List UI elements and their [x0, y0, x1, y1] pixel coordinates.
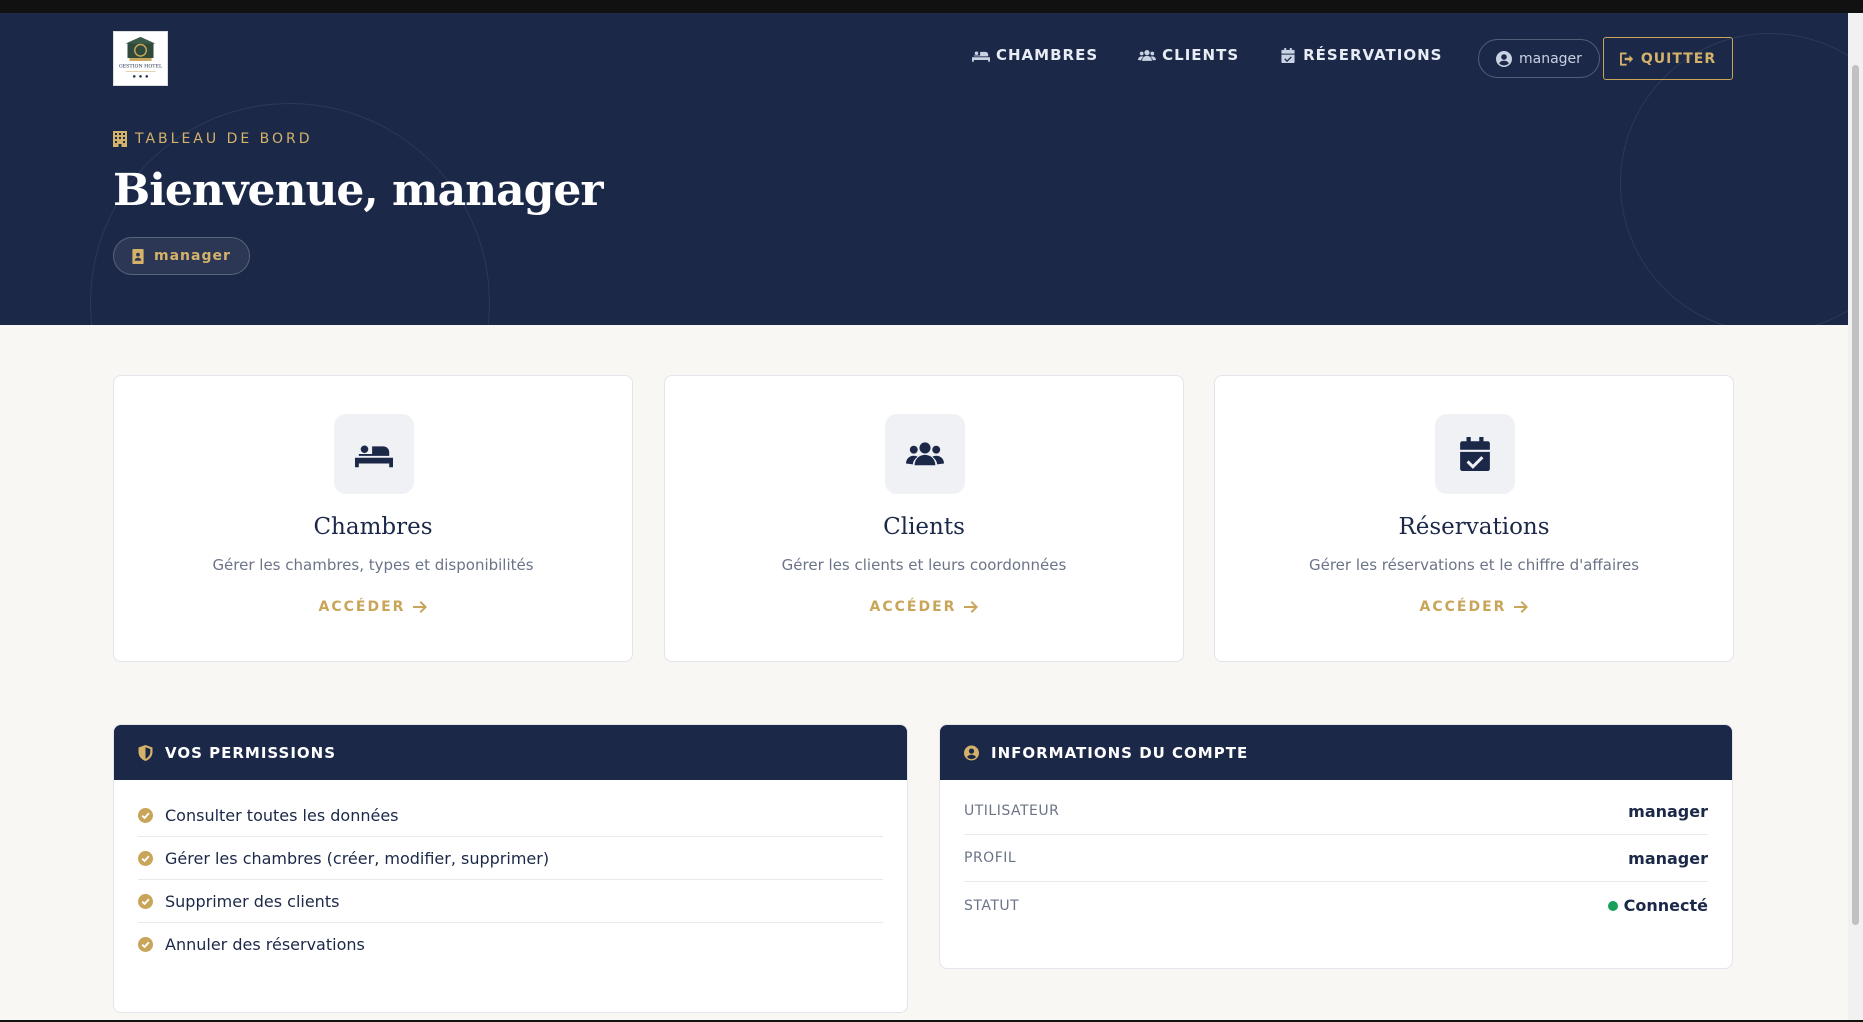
card-title: Chambres [313, 514, 433, 540]
status-value: Connecté [1607, 896, 1708, 915]
list-item: Consulter toutes les données [138, 794, 883, 837]
card-reservations[interactable]: Réservations Gérer les réservations et l… [1214, 375, 1734, 662]
current-user-pill[interactable]: manager [1478, 39, 1600, 78]
info-value: manager [1628, 848, 1708, 868]
hotel-building-icon [113, 131, 127, 147]
card-access-label: ACCÉDER [1419, 599, 1507, 615]
info-label: UTILISATEUR [964, 803, 1060, 819]
calendar-check-icon [1460, 437, 1490, 471]
quit-button[interactable]: QUITTER [1603, 37, 1733, 80]
card-icon-box [1435, 414, 1515, 494]
card-access-label: ACCÉDER [869, 599, 957, 615]
permission-text: Consulter toutes les données [165, 805, 399, 825]
card-access-link[interactable]: ACCÉDER [114, 599, 632, 615]
nav-chambres-label: CHAMBRES [996, 46, 1099, 64]
user-circle-icon [964, 745, 979, 760]
vertical-scrollbar[interactable] [1848, 13, 1863, 1020]
permission-text: Annuler des réservations [165, 935, 365, 954]
card-access-link[interactable]: ACCÉDER [665, 599, 1183, 615]
account-info-list: UTILISATEUR manager PROFIL manager STATU… [940, 780, 1732, 929]
window-top-bar [0, 0, 1863, 13]
card-access-label: ACCÉDER [318, 599, 406, 615]
card-title: Clients [883, 514, 965, 540]
permissions-panel-header: VOS PERMISSIONS [114, 725, 907, 780]
bed-icon [972, 49, 990, 62]
card-chambres[interactable]: Chambres Gérer les chambres, types et di… [113, 375, 633, 662]
permissions-panel: VOS PERMISSIONS Consulter toutes les don… [113, 724, 908, 1013]
card-access-link[interactable]: ACCÉDER [1215, 599, 1733, 615]
check-circle-icon [138, 937, 153, 952]
nav-clients-label: CLIENTS [1162, 46, 1240, 64]
hotel-logo[interactable]: GESTION HOTEL [113, 31, 168, 86]
main-nav: CHAMBRES CLIENTS RÉSERVATIONS [972, 46, 1482, 64]
status-text: Connecté [1623, 896, 1708, 915]
logo-text: GESTION HOTEL [119, 64, 163, 70]
info-value: manager [1628, 801, 1708, 821]
user-circle-icon [1496, 50, 1512, 67]
sign-out-icon [1619, 51, 1633, 66]
role-badge: manager [113, 237, 250, 275]
nav-reservations[interactable]: RÉSERVATIONS [1279, 46, 1442, 64]
arrow-right-icon [413, 601, 428, 613]
scrollbar-thumb[interactable] [1852, 65, 1859, 925]
shield-icon [138, 744, 153, 761]
account-panel-header: INFORMATIONS DU COMPTE [940, 725, 1732, 780]
status-dot-icon [1607, 900, 1618, 911]
arrow-right-icon [964, 601, 979, 613]
nav-clients[interactable]: CLIENTS [1138, 46, 1239, 64]
info-label: STATUT [964, 897, 1020, 914]
card-description: Gérer les chambres, types et disponibili… [212, 556, 534, 574]
dashboard-header: GESTION HOTEL CHAMBRES CLIENTS RÉSERVATI… [0, 13, 1848, 325]
card-title: Réservations [1398, 514, 1550, 540]
nav-reservations-label: RÉSERVATIONS [1303, 46, 1443, 64]
card-icon-box [334, 414, 414, 494]
check-circle-icon [138, 893, 153, 909]
nav-chambres[interactable]: CHAMBRES [972, 46, 1098, 64]
card-description: Gérer les réservations et le chiffre d'a… [1308, 556, 1640, 574]
eyebrow-label: TABLEAU DE BORD [135, 131, 313, 147]
card-description: Gérer les clients et leurs coordonnées [781, 556, 1067, 574]
calendar-check-icon [1281, 47, 1295, 63]
list-item: Annuler des réservations [138, 923, 883, 966]
check-circle-icon [138, 850, 153, 866]
permissions-title: VOS PERMISSIONS [165, 743, 337, 762]
list-item: Supprimer des clients [138, 880, 883, 923]
account-info-panel: INFORMATIONS DU COMPTE UTILISATEUR manag… [939, 724, 1733, 969]
info-row-utilisateur: UTILISATEUR manager [964, 788, 1708, 835]
bed-icon [355, 442, 393, 468]
permission-text: Gérer les chambres (créer, modifier, sup… [165, 848, 550, 868]
info-row-statut: STATUT Connecté [964, 882, 1708, 929]
account-title: INFORMATIONS DU COMPTE [991, 743, 1249, 762]
users-icon [1138, 49, 1157, 61]
card-clients[interactable]: Clients Gérer les clients et leurs coord… [664, 375, 1184, 662]
role-label: manager [154, 248, 231, 264]
id-badge-icon [132, 248, 144, 264]
permissions-list: Consulter toutes les données Gérer les c… [114, 780, 907, 966]
arrow-right-icon [1514, 601, 1529, 613]
card-icon-box [885, 414, 965, 494]
page-title: Bienvenue, manager [113, 165, 604, 216]
list-item: Gérer les chambres (créer, modifier, sup… [138, 837, 883, 880]
dashboard-eyebrow: TABLEAU DE BORD [113, 131, 313, 147]
info-label: PROFIL [964, 850, 1017, 866]
page-viewport: GESTION HOTEL CHAMBRES CLIENTS RÉSERVATI… [0, 13, 1848, 1020]
users-icon [906, 442, 944, 466]
current-user-name: manager [1519, 50, 1582, 67]
quit-button-label: QUITTER [1640, 50, 1717, 67]
info-row-profil: PROFIL manager [964, 835, 1708, 882]
check-circle-icon [138, 807, 153, 823]
permission-text: Supprimer des clients [165, 891, 340, 911]
